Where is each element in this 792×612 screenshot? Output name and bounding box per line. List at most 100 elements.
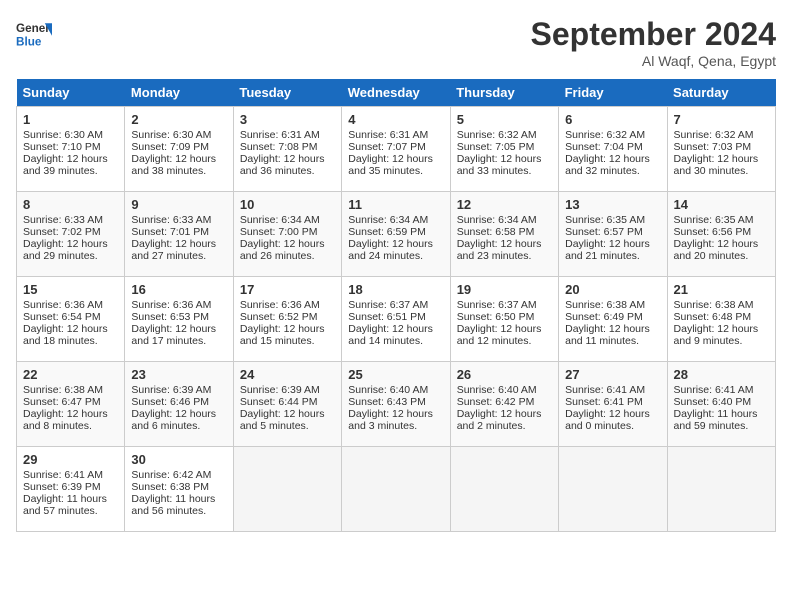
calendar-cell: 25Sunrise: 6:40 AMSunset: 6:43 PMDayligh… [342, 362, 450, 447]
sunrise: Sunrise: 6:32 AM [565, 129, 645, 141]
daylight: Daylight: 11 hours and 59 minutes. [674, 408, 758, 432]
sunrise: Sunrise: 6:36 AM [23, 299, 103, 311]
day-number: 14 [674, 197, 769, 212]
sunrise: Sunrise: 6:36 AM [240, 299, 320, 311]
calendar-cell: 29Sunrise: 6:41 AMSunset: 6:39 PMDayligh… [17, 447, 125, 532]
sunset: Sunset: 6:42 PM [457, 396, 535, 408]
sunset: Sunset: 6:59 PM [348, 226, 426, 238]
day-number: 26 [457, 367, 552, 382]
calendar-cell: 17 Sunrise: 6:36 AMSunset: 6:52 PMDayligh… [233, 277, 341, 362]
day-number: 16 [131, 282, 226, 297]
calendar-week-1: 1Sunrise: 6:30 AMSunset: 7:10 PMDaylight… [17, 107, 776, 192]
sunrise: Sunrise: 6:41 AM [674, 384, 754, 396]
day-number: 10 [240, 197, 335, 212]
day-header-friday: Friday [559, 79, 667, 107]
sunset: Sunset: 7:09 PM [131, 141, 209, 153]
sunset: Sunset: 6:51 PM [348, 311, 426, 323]
day-number: 17 [240, 282, 335, 297]
calendar-cell: 22Sunrise: 6:38 AMSunset: 6:47 PMDayligh… [17, 362, 125, 447]
calendar-cell: 16 Sunrise: 6:36 AMSunset: 6:53 PMDayligh… [125, 277, 233, 362]
day-number: 4 [348, 112, 443, 127]
calendar-cell [233, 447, 341, 532]
calendar-cell: 15 Sunrise: 6:36 AMSunset: 6:54 PMDayligh… [17, 277, 125, 362]
calendar-cell: 30Sunrise: 6:42 AMSunset: 6:38 PMDayligh… [125, 447, 233, 532]
daylight: Daylight: 12 hours and 30 minutes. [674, 153, 759, 177]
daylight: Daylight: 12 hours and 17 minutes. [131, 323, 216, 347]
sunset: Sunset: 6:39 PM [23, 481, 101, 493]
sunrise: Sunrise: 6:39 AM [240, 384, 320, 396]
day-number: 12 [457, 197, 552, 212]
daylight: Daylight: 12 hours and 5 minutes. [240, 408, 325, 432]
day-number: 15 [23, 282, 118, 297]
daylight: Daylight: 12 hours and 8 minutes. [23, 408, 108, 432]
daylight: Daylight: 12 hours and 39 minutes. [23, 153, 108, 177]
sunrise: Sunrise: 6:37 AM [348, 299, 428, 311]
day-number: 22 [23, 367, 118, 382]
daylight: Daylight: 12 hours and 0 minutes. [565, 408, 650, 432]
calendar-cell: 12Sunrise: 6:34 AMSunset: 6:58 PMDayligh… [450, 192, 558, 277]
sunrise: Sunrise: 6:41 AM [23, 469, 103, 481]
sunrise: Sunrise: 6:30 AM [23, 129, 103, 141]
calendar-cell: 28 Sunrise: 6:41 AMSunset: 6:40 PMDayligh… [667, 362, 775, 447]
sunset: Sunset: 6:53 PM [131, 311, 209, 323]
sunset: Sunset: 7:10 PM [23, 141, 101, 153]
calendar-week-4: 22Sunrise: 6:38 AMSunset: 6:47 PMDayligh… [17, 362, 776, 447]
daylight: Daylight: 12 hours and 21 minutes. [565, 238, 650, 262]
sunset: Sunset: 6:52 PM [240, 311, 318, 323]
calendar-cell: 5Sunrise: 6:32 AMSunset: 7:05 PMDaylight… [450, 107, 558, 192]
day-number: 3 [240, 112, 335, 127]
sunset: Sunset: 6:48 PM [674, 311, 752, 323]
day-header-monday: Monday [125, 79, 233, 107]
sunrise: Sunrise: 6:31 AM [240, 129, 320, 141]
calendar-cell: 23Sunrise: 6:39 AMSunset: 6:46 PMDayligh… [125, 362, 233, 447]
daylight: Daylight: 12 hours and 23 minutes. [457, 238, 542, 262]
sunrise: Sunrise: 6:42 AM [131, 469, 211, 481]
day-number: 1 [23, 112, 118, 127]
sunrise: Sunrise: 6:39 AM [131, 384, 211, 396]
sunset: Sunset: 6:44 PM [240, 396, 318, 408]
day-number: 8 [23, 197, 118, 212]
sunrise: Sunrise: 6:32 AM [674, 129, 754, 141]
calendar-table: SundayMondayTuesdayWednesdayThursdayFrid… [16, 79, 776, 532]
daylight: Daylight: 12 hours and 18 minutes. [23, 323, 108, 347]
calendar-cell: 24Sunrise: 6:39 AMSunset: 6:44 PMDayligh… [233, 362, 341, 447]
sunset: Sunset: 7:04 PM [565, 141, 643, 153]
day-header-tuesday: Tuesday [233, 79, 341, 107]
sunrise: Sunrise: 6:36 AM [131, 299, 211, 311]
day-number: 13 [565, 197, 660, 212]
day-number: 6 [565, 112, 660, 127]
sunset: Sunset: 6:54 PM [23, 311, 101, 323]
day-number: 29 [23, 452, 118, 467]
daylight: Daylight: 12 hours and 15 minutes. [240, 323, 325, 347]
daylight: Daylight: 12 hours and 20 minutes. [674, 238, 759, 262]
day-number: 21 [674, 282, 769, 297]
daylight: Daylight: 12 hours and 38 minutes. [131, 153, 216, 177]
sunrise: Sunrise: 6:41 AM [565, 384, 645, 396]
calendar-cell: 7Sunrise: 6:32 AMSunset: 7:03 PMDaylight… [667, 107, 775, 192]
day-number: 9 [131, 197, 226, 212]
sunrise: Sunrise: 6:31 AM [348, 129, 428, 141]
day-number: 28 [674, 367, 769, 382]
day-number: 11 [348, 197, 443, 212]
sunset: Sunset: 6:58 PM [457, 226, 535, 238]
calendar-cell [559, 447, 667, 532]
day-header-sunday: Sunday [17, 79, 125, 107]
calendar-cell: 3Sunrise: 6:31 AMSunset: 7:08 PMDaylight… [233, 107, 341, 192]
daylight: Daylight: 12 hours and 24 minutes. [348, 238, 433, 262]
daylight: Daylight: 12 hours and 32 minutes. [565, 153, 650, 177]
daylight: Daylight: 12 hours and 9 minutes. [674, 323, 759, 347]
daylight: Daylight: 11 hours and 56 minutes. [131, 493, 215, 517]
daylight: Daylight: 12 hours and 14 minutes. [348, 323, 433, 347]
sunrise: Sunrise: 6:33 AM [23, 214, 103, 226]
page-header: General Blue September 2024 Al Waqf, Qen… [16, 16, 776, 69]
sunset: Sunset: 6:40 PM [674, 396, 752, 408]
daylight: Daylight: 12 hours and 27 minutes. [131, 238, 216, 262]
calendar-cell: 21Sunrise: 6:38 AMSunset: 6:48 PMDayligh… [667, 277, 775, 362]
sunrise: Sunrise: 6:40 AM [457, 384, 537, 396]
sunset: Sunset: 6:47 PM [23, 396, 101, 408]
calendar-cell: 4Sunrise: 6:31 AMSunset: 7:07 PMDaylight… [342, 107, 450, 192]
day-number: 27 [565, 367, 660, 382]
sunset: Sunset: 7:02 PM [23, 226, 101, 238]
day-number: 5 [457, 112, 552, 127]
sunset: Sunset: 6:56 PM [674, 226, 752, 238]
